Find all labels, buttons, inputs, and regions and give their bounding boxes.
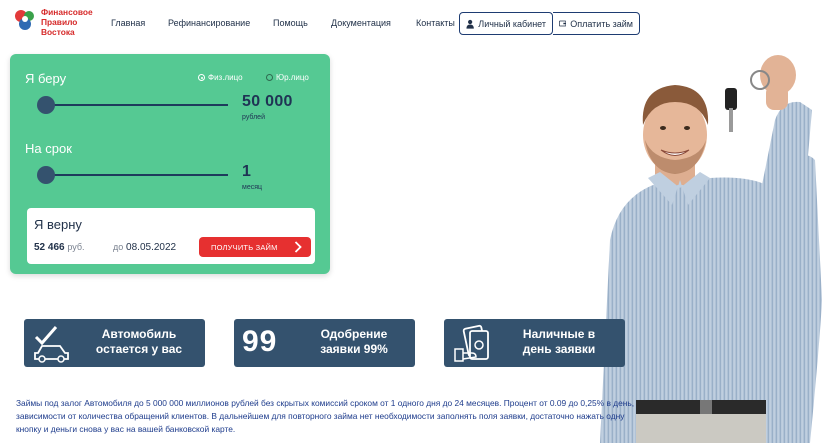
return-amount-value: 52 466	[34, 242, 65, 253]
user-icon	[466, 19, 474, 29]
hero-photo	[600, 55, 822, 443]
nav-item-home[interactable]: Главная	[111, 18, 145, 28]
feature-approval: 99 Одобрение заявки 99%	[234, 319, 415, 367]
amount-label: Я беру	[25, 71, 67, 86]
nav-item-contacts[interactable]: Контакты	[416, 18, 455, 28]
feature-car-stays: Автомобиль остается у вас	[24, 319, 205, 367]
wallet-icon	[559, 20, 567, 27]
nav-item-refinancing[interactable]: Рефинансирование	[168, 18, 250, 28]
logo-line: Финансовое	[41, 7, 93, 17]
feature-line: Одобрение	[320, 327, 388, 341]
term-slider-track[interactable]	[38, 174, 228, 176]
term-value: 1	[242, 163, 252, 180]
feature-cash-same-day: Наличные в день заявки	[444, 319, 625, 367]
loan-calculator: Я беру Физ.лицо Юр.лицо 50 000 рублей На…	[10, 54, 330, 274]
term-slider-handle[interactable]	[37, 166, 55, 184]
car-check-icon	[34, 326, 69, 363]
return-currency: руб.	[67, 242, 85, 252]
page: Финансовое Правило Востока Главная Рефин…	[0, 0, 825, 443]
feature-line: остается у вас	[95, 342, 183, 356]
get-loan-button[interactable]: ПОЛУЧИТЬ ЗАЙМ	[199, 237, 311, 257]
feature-line: день заявки	[522, 342, 596, 356]
chevron-right-icon	[294, 241, 302, 253]
amount-unit: рублей	[242, 114, 265, 121]
logo-icon	[15, 10, 34, 30]
pay-loan-button[interactable]: Оплатить займ	[553, 12, 640, 35]
return-date-prefix: до	[113, 242, 124, 252]
feature-line: Наличные в	[522, 327, 596, 341]
logo[interactable]: Финансовое Правило Востока	[12, 7, 93, 37]
approval-percent-big: 99	[242, 325, 278, 358]
get-loan-label: ПОЛУЧИТЬ ЗАЙМ	[211, 242, 278, 252]
feature-car-text: Автомобиль остается у вас	[84, 327, 194, 357]
feature-approval-text: Одобрение заявки 99%	[300, 327, 408, 357]
radio-individual-label: Физ.лицо	[208, 73, 243, 82]
radio-legal-entity-label: Юр.лицо	[276, 73, 309, 82]
return-label: Я верну	[34, 217, 82, 232]
cash-icon	[454, 324, 489, 362]
return-date: до 08.05.2022	[113, 242, 176, 253]
return-date-value: 08.05.2022	[126, 242, 177, 253]
logo-line: Востока	[41, 27, 75, 37]
radio-legal-entity[interactable]: Юр.лицо	[266, 73, 309, 82]
nav-item-help[interactable]: Помощь	[273, 18, 308, 28]
feature-line: заявки 99%	[320, 342, 388, 356]
radio-dot-checked	[198, 74, 205, 81]
feature-cash-text: Наличные в день заявки	[504, 327, 614, 357]
loan-description: Займы под залог Автомобиля до 5 000 000 …	[16, 398, 635, 434]
personal-cabinet-label: Личный кабинет	[478, 18, 546, 29]
header: Финансовое Правило Востока Главная Рефин…	[0, 0, 825, 46]
amount-value: 50 000	[242, 93, 293, 110]
return-summary: Я верну 52 466 руб. до 08.05.2022 ПОЛУЧИ…	[27, 208, 315, 264]
pay-loan-label: Оплатить займ	[570, 18, 633, 29]
term-unit: месяц	[242, 184, 263, 191]
logo-text: Финансовое Правило Востока	[41, 7, 93, 37]
radio-dot-unchecked	[266, 74, 273, 81]
feature-line: Автомобиль	[101, 327, 177, 341]
personal-cabinet-button[interactable]: Личный кабинет	[459, 12, 553, 35]
amount-slider-handle[interactable]	[37, 96, 55, 114]
radio-individual[interactable]: Физ.лицо	[198, 73, 243, 82]
amount-slider-track[interactable]	[38, 104, 228, 106]
return-amount: 52 466 руб.	[34, 242, 85, 253]
term-label: На срок	[25, 141, 72, 156]
logo-line: Правило	[41, 17, 78, 27]
nav-item-documentation[interactable]: Документация	[331, 18, 391, 28]
